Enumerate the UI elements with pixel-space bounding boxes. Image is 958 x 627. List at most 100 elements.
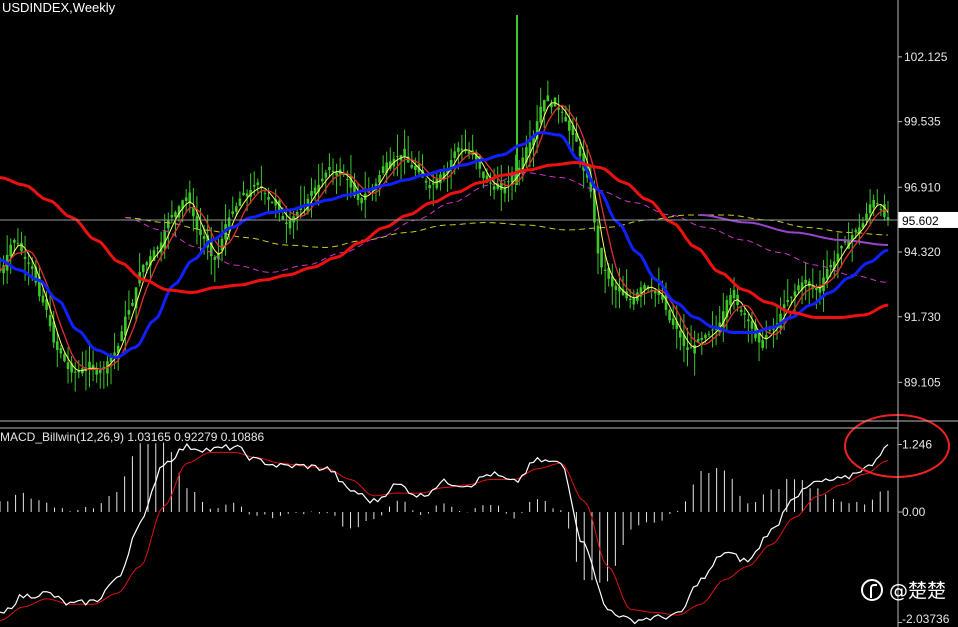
candle-body [59,348,63,354]
candle-body [281,215,285,220]
price-tick-label: 99.535 [904,115,941,129]
candle-body [263,192,267,194]
candle-body [560,111,564,113]
candle-body [184,197,188,201]
candle-body [578,146,582,157]
macd-tick-label: -2.03736 [902,612,950,626]
candle-body [335,172,338,176]
candle-body [453,151,457,158]
candle-body [192,208,195,217]
candle-body [410,164,414,168]
candle-body [546,95,550,102]
candle-body [331,170,335,173]
candle-body [16,243,20,245]
candle-body [729,295,732,305]
candle-body [120,331,124,341]
candle-body [285,222,288,225]
candle-body [98,370,102,374]
candle-body [428,185,431,189]
candle-body [704,334,707,339]
candle-body [328,166,331,170]
price-tick-label: 102.125 [904,50,948,64]
candle-body [156,247,159,249]
candle-body [360,198,363,204]
candle-body [700,337,704,340]
candle-body [403,148,406,158]
candle-body [790,296,793,298]
candle-body [48,315,52,327]
candle-body [166,220,170,229]
candle-body [807,281,811,287]
candle-body [127,310,131,315]
candle-body [23,256,27,259]
candle-body [30,266,34,269]
candle-body [267,196,270,200]
facebook-circle-icon [860,578,883,601]
candle-body [346,178,349,180]
candle-body [235,206,238,212]
candle-body [542,100,546,112]
candle-body [840,246,843,249]
current-price-label: 95.602 [902,214,939,228]
candle-body [113,352,116,356]
candle-body [242,192,245,195]
candle-body [854,229,858,232]
price-tick-label: 94.320 [904,245,941,259]
candle-body [131,302,134,306]
candle-body [320,178,324,182]
candle-body [381,166,385,173]
candle-body [793,291,797,297]
price-tick-label: 89.105 [904,375,941,389]
candle-body [732,289,736,299]
candle-body [310,191,313,196]
candle-body [66,362,70,369]
candle-body [170,215,174,218]
candle-body [603,269,607,272]
candle-body [632,297,636,305]
price-tick-label: 91.730 [904,310,941,324]
candle-body [507,181,510,183]
candle-body [693,345,696,354]
candle-body [220,238,224,251]
watermark-text: @楚楚 [888,580,946,602]
candle-body [492,186,496,190]
candle-body [13,240,16,243]
candle-body [596,225,600,254]
candle-body [27,262,30,264]
candle-body [141,265,145,273]
candle-body [424,180,428,183]
macd-indicator-title: MACD_Billwin(12,26,9) 1.03165 0.92279 0.… [0,430,265,444]
candle-body [628,298,632,300]
candle-body [664,294,668,310]
candle-body [41,295,45,303]
candle-body [743,313,747,315]
candle-body [489,182,492,184]
candle-body [865,213,868,220]
candle-body [707,333,711,335]
candle-body [145,262,149,266]
candle-body [324,172,328,178]
candle-body [414,166,417,170]
candle-body [20,242,23,252]
macd-tick-label: 1.246 [902,437,932,451]
candle-body [671,318,675,325]
candle-body [750,321,754,329]
candle-body [435,178,439,189]
candle-body [825,268,829,279]
candle-body [686,347,689,350]
candle-body [288,220,292,229]
candle-body [202,236,206,239]
macd-tick-label: 0.00 [902,505,926,519]
candle-body [711,329,714,331]
candle-body [213,256,217,260]
candle-body [804,279,807,284]
candle-body [539,106,542,123]
candle-body [815,287,818,290]
candle-body [872,200,875,208]
candle-body [252,184,256,187]
candle-body [614,285,618,290]
candle-body [679,330,682,338]
candle-body [747,319,750,322]
chart-canvas: 95.602 102.125 99.535 96.910 94.320 91.730 89.… [0,0,958,627]
candle-body [63,354,66,362]
